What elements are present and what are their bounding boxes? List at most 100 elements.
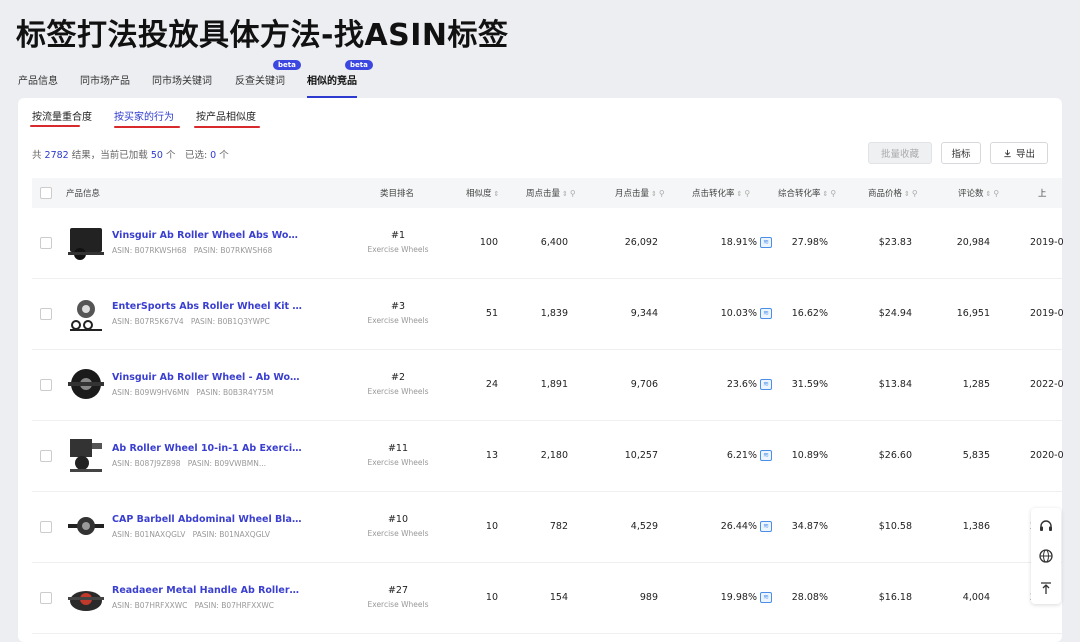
headset-icon[interactable] — [1038, 518, 1054, 534]
product-thumbnail[interactable] — [66, 293, 106, 333]
row-checkbox[interactable] — [40, 379, 52, 391]
price-value: $23.83 — [878, 237, 912, 248]
pasin-text: PASIN: B07RKWSH68 — [193, 246, 273, 255]
col-overall-conversion[interactable]: 综合转化率 ⇕ ⚲ — [778, 187, 836, 199]
category-name: Exercise Wheels — [367, 245, 429, 254]
asin-text: ASIN: B07RKWSH68 — [112, 246, 187, 255]
summary-prefix: 共 — [32, 150, 42, 161]
product-thumbnail[interactable] — [66, 364, 106, 404]
col-launch-date: 上 — [1038, 189, 1047, 199]
category-name: Exercise Wheels — [367, 316, 429, 325]
globe-icon[interactable] — [1038, 548, 1054, 564]
results-panel: 按流量重合度 按买家的行为 按产品相似度 共 2782 结果，当前已加载 50 … — [18, 98, 1064, 642]
trend-chart-icon[interactable]: ≋ — [760, 592, 772, 603]
product-name-link[interactable]: EnterSports Abs Roller Wheel Kit Exer... — [112, 301, 302, 312]
asin-text: ASIN: B09W9HV6MN — [112, 388, 190, 397]
price-value: $16.18 — [878, 592, 912, 603]
similarity-value: 51 — [485, 308, 498, 319]
ctr-text: 6.21% — [726, 450, 757, 461]
select-all-checkbox[interactable] — [40, 187, 52, 199]
trend-chart-icon[interactable]: ≋ — [760, 379, 772, 390]
filter-icon: ⚲ — [569, 189, 576, 198]
tab-same-market-keywords[interactable]: 同市场关键词 — [152, 72, 212, 87]
product-thumbnail[interactable] — [66, 222, 106, 262]
summary-mid: 结果，当前已加载 — [71, 150, 148, 161]
tab-product-info[interactable]: 产品信息 — [18, 72, 58, 87]
col-monthly-clicks[interactable]: 月点击量 ⇕ ⚲ — [615, 187, 665, 199]
sort-icon: ⇕ — [651, 190, 657, 198]
asin-text: ASIN: B087J9Z898 — [112, 459, 181, 468]
sort-icon: ⇕ — [985, 190, 992, 198]
subtab-buyer-behavior[interactable]: 按买家的行为 — [114, 108, 174, 123]
back-to-top-icon[interactable] — [1038, 580, 1054, 596]
col-click-conversion[interactable]: 点击转化率 ⇕ ⚲ — [692, 187, 750, 199]
row-checkbox[interactable] — [40, 450, 52, 462]
category-rank: #27 — [387, 585, 409, 596]
sort-icon: ⇕ — [904, 190, 910, 198]
product-thumbnail[interactable] — [66, 506, 106, 546]
filter-icon: ⚲ — [744, 189, 751, 198]
product-name-link[interactable]: Ab Roller Wheel 10-in-1 Ab Exercise W... — [112, 443, 302, 454]
reviews-value: 20,984 — [956, 237, 990, 248]
row-checkbox[interactable] — [40, 592, 52, 604]
product-name-link[interactable]: Vinsguir Ab Roller Wheel Abs Workout ... — [112, 230, 302, 241]
tab-same-market-products[interactable]: 同市场产品 — [80, 72, 130, 87]
table-row: Ab Roller Wheel 10-in-1 Ab Exercise W...… — [32, 421, 1064, 492]
tab-similar-competitors[interactable]: 相似的竞品 beta — [307, 60, 373, 98]
filter-icon: ⚲ — [658, 189, 665, 198]
pasin-text: PASIN: B01NAXQGLV — [192, 530, 270, 539]
product-thumbnail[interactable] — [66, 577, 106, 617]
pasin-text: PASIN: B07HRFXXWC — [194, 601, 275, 610]
launch-date-value: 2019-0 — [1030, 308, 1064, 319]
row-checkbox[interactable] — [40, 308, 52, 320]
launch-date-value: 2020-0 — [1030, 450, 1064, 461]
monthly-clicks-value: 4,529 — [630, 521, 658, 532]
metrics-button[interactable]: 指标 — [941, 142, 981, 164]
product-name-link[interactable]: Vinsguir Ab Roller Wheel - Ab Workout... — [112, 372, 302, 383]
tab-reverse-keywords[interactable]: 反查关键词 beta — [235, 60, 301, 87]
ctr-text: 23.6% — [726, 379, 757, 390]
result-summary: 共 2782 结果，当前已加载 50 个 已选: 0 个 — [32, 147, 229, 161]
monthly-clicks-value: 26,092 — [624, 237, 658, 248]
trend-chart-icon[interactable]: ≋ — [760, 450, 772, 461]
row-checkbox[interactable] — [40, 237, 52, 249]
similarity-value: 24 — [485, 379, 498, 390]
click-conversion-value: 19.98% ≋ — [682, 592, 772, 603]
ctr-text: 19.98% — [720, 592, 757, 603]
ctr-text: 18.91% — [720, 237, 757, 248]
col-reviews[interactable]: 评论数 ⇕ ⚲ — [958, 187, 999, 199]
export-button[interactable]: 导出 — [990, 142, 1048, 164]
col-label: 周点击量 — [526, 189, 561, 199]
click-conversion-value: 26.44% ≋ — [682, 521, 772, 532]
overall-conversion-value: 31.59% — [791, 379, 828, 390]
col-price[interactable]: 商品价格 ⇕ ⚲ — [868, 187, 918, 199]
price-value: $13.84 — [878, 379, 912, 390]
product-name-link[interactable]: Readaeer Metal Handle Ab Roller Whe... — [112, 585, 302, 596]
trend-chart-icon[interactable]: ≋ — [760, 308, 772, 319]
click-conversion-value: 23.6% ≋ — [682, 379, 772, 390]
product-thumbnail[interactable] — [66, 435, 106, 475]
product-name-link[interactable]: CAP Barbell Abdominal Wheel Black/G... — [112, 514, 302, 525]
category-name: Exercise Wheels — [367, 529, 429, 538]
pasin-text: PASIN: B0B3R4Y75M — [196, 388, 274, 397]
subtab-product-similarity[interactable]: 按产品相似度 — [196, 108, 256, 123]
table-row: Readaeer Metal Handle Ab Roller Whe... A… — [32, 563, 1062, 634]
subtab-traffic-overlap[interactable]: 按流量重合度 — [32, 108, 92, 123]
weekly-clicks-value: 1,891 — [540, 379, 568, 390]
reviews-value: 4,004 — [962, 592, 990, 603]
sort-icon: ⇕ — [822, 190, 829, 198]
col-label: 月点击量 — [615, 189, 650, 199]
col-label: 评论数 — [958, 189, 984, 199]
similarity-value: 100 — [479, 237, 498, 248]
product-asin: ASIN: B01NAXQGLV PASIN: B01NAXQGLV — [112, 530, 270, 539]
floating-toolbar — [1031, 508, 1061, 604]
row-checkbox[interactable] — [40, 521, 52, 533]
col-weekly-clicks[interactable]: 周点击量 ⇕ ⚲ — [526, 187, 576, 199]
trend-chart-icon[interactable]: ≋ — [760, 237, 772, 248]
overall-conversion-value: 27.98% — [791, 237, 828, 248]
red-underline — [194, 126, 260, 128]
trend-chart-icon[interactable]: ≋ — [760, 521, 772, 532]
col-similarity[interactable]: 相似度 ⇕ — [466, 187, 499, 199]
batch-collect-button[interactable]: 批量收藏 — [868, 142, 932, 164]
table-row: CAP Barbell Abdominal Wheel Black/G... A… — [32, 492, 1062, 563]
